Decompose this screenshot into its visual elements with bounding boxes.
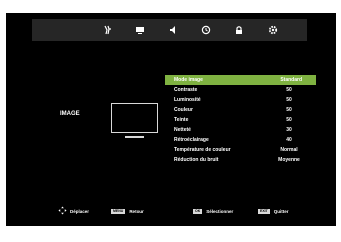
hint-move: Déplacer [58,206,89,216]
navigation-arrows-icon [58,206,67,216]
menu-item-value: 40 [286,137,292,143]
hint-move-label: Déplacer [70,208,90,214]
menu-item-sharpness[interactable]: Netteté 30 [165,125,316,135]
audio-tab-icon [168,25,178,35]
menu-item-contrast[interactable]: Contraste 50 [165,85,316,95]
hint-select-label: Sélectionner [206,208,234,214]
tab-timer[interactable] [198,22,214,38]
picture-tab-icon [103,25,113,35]
monitor-stand-icon [125,136,144,138]
tab-settings[interactable] [265,22,281,38]
hint-back-label: Retour [129,208,144,214]
menu-item-picture-mode[interactable]: Mode image Standard [165,75,316,85]
menu-item-label: Réduction du bruit [174,157,219,163]
hint-select: OK Sélectionner [193,206,233,216]
section-title: IMAGE [60,111,80,117]
menu-item-label: Couleur [174,107,193,113]
tab-display[interactable] [132,22,148,38]
timer-tab-icon [201,25,211,35]
monitor-icon [111,103,158,133]
tab-picture[interactable] [100,22,116,38]
exit-key-icon: EXIT [258,208,270,214]
footer-hints: Déplacer MENU Retour OK Sélectionner EXI… [48,206,308,216]
hint-back: MENU Retour [111,206,144,216]
menu-item-color[interactable]: Couleur 50 [165,105,316,115]
menu-item-backlight[interactable]: Rétroéclairage 40 [165,135,316,145]
menu-item-label: Netteté [174,127,191,133]
display-tab-icon [135,25,145,35]
menu-item-noise-reduction[interactable]: Réduction du bruit Moyenne [165,155,316,165]
menu-item-value: Moyenne [278,157,300,163]
hint-exit-label: Quitter [273,208,289,214]
menu-item-color-temperature[interactable]: Température de couleur Normal [165,145,316,155]
tab-audio[interactable] [165,22,181,38]
menu-item-value: 30 [286,127,292,133]
menu-item-value: 50 [286,87,292,93]
menu-item-brightness[interactable]: Luminosité 50 [165,95,316,105]
menu-key-icon: MENU [111,208,126,214]
menu-item-value: 50 [286,107,292,113]
settings-menu: Mode image Standard Contraste 50 Luminos… [165,75,316,165]
tab-lock[interactable] [231,22,247,38]
menu-item-label: Teinte [174,117,189,123]
menu-item-label: Température de couleur [174,147,231,153]
menu-item-label: Luminosité [174,97,201,103]
menu-item-value: Normal [280,147,298,153]
menu-item-value: Standard [280,77,302,83]
menu-item-tint[interactable]: Teinte 50 [165,115,316,125]
ok-key-icon: OK [193,208,203,214]
settings-tab-icon [268,25,278,35]
menu-item-label: Mode image [174,77,203,83]
menu-item-value: 50 [286,117,292,123]
hint-exit: EXIT Quitter [258,206,289,216]
menu-item-label: Rétroéclairage [174,137,209,143]
menu-item-value: 50 [286,97,292,103]
lock-tab-icon [234,25,244,35]
menu-item-label: Contraste [174,87,198,93]
tab-bar [32,19,307,41]
